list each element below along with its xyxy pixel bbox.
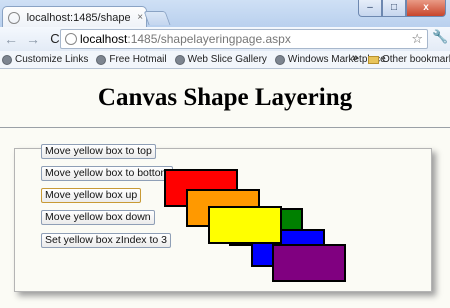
move-up-button[interactable]: Move yellow box up — [41, 188, 142, 203]
yellow-box — [208, 206, 282, 244]
set-zindex-button[interactable]: Set yellow box zIndex to 3 — [41, 233, 171, 248]
window-controls: – □ x — [358, 0, 446, 17]
bookmark-item[interactable]: Customize Links — [2, 54, 88, 65]
page-icon — [8, 11, 20, 24]
move-to-top-button[interactable]: Move yellow box to top — [41, 144, 156, 159]
bookmark-label: Web Slice Gallery — [187, 54, 267, 65]
new-tab-button[interactable] — [143, 11, 171, 25]
maximize-button[interactable]: □ — [382, 0, 406, 17]
bookmark-item[interactable]: Free Hotmail — [96, 54, 167, 65]
demo-panel: Move yellow box to top Move yellow box t… — [14, 144, 432, 292]
wrench-icon[interactable]: 🔧 — [432, 29, 448, 45]
bookmarks-overflow-icon[interactable]: » — [352, 52, 358, 64]
globe-icon — [2, 54, 12, 65]
page-content: Canvas Shape Layering Move yellow box to… — [0, 70, 450, 308]
browser-titlebar: localhost:1485/shapelayering × – □ x — [0, 0, 450, 28]
move-down-button[interactable]: Move yellow box down — [41, 210, 155, 225]
globe-icon — [274, 54, 285, 65]
bookmarks-bar: Customize Links Free Hotmail Web Slice G… — [0, 51, 450, 69]
page-icon — [65, 33, 77, 45]
back-icon[interactable]: ← — [0, 29, 22, 49]
bookmark-label: Free Hotmail — [109, 54, 167, 65]
bookmark-item[interactable]: Web Slice Gallery — [174, 54, 267, 65]
globe-icon — [96, 54, 107, 65]
other-bookmarks-label: Other bookmarks — [382, 54, 450, 65]
other-bookmarks[interactable]: Other bookmarks — [368, 54, 450, 65]
minimize-button[interactable]: – — [358, 0, 382, 17]
bookmark-star-icon[interactable]: ☆ — [411, 31, 423, 47]
url-host: localhost — [80, 32, 128, 46]
divider — [0, 127, 450, 128]
browser-tab[interactable]: localhost:1485/shapelayering × — [2, 6, 147, 28]
globe-icon — [174, 54, 185, 65]
folder-icon — [368, 55, 379, 64]
address-bar[interactable]: localhost :1485/shapelayeringpage.aspx ☆ — [60, 29, 428, 49]
page-title: Canvas Shape Layering — [97, 84, 353, 111]
url-path: :1485/shapelayeringpage.aspx — [127, 32, 291, 46]
close-window-button[interactable]: x — [406, 0, 446, 17]
bookmark-label: Customize Links — [15, 54, 89, 65]
purple-box — [272, 244, 346, 282]
tab-title: localhost:1485/shapelayering — [26, 11, 131, 24]
browser-toolbar: ← → C localhost :1485/shapelayeringpage.… — [0, 27, 450, 51]
move-to-bottom-button[interactable]: Move yellow box to bottom — [41, 166, 174, 181]
forward-icon[interactable]: → — [22, 29, 44, 49]
